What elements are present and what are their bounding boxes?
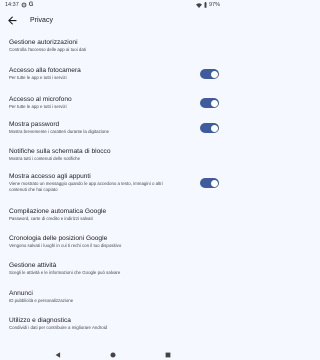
item-subtitle: Per tutte le app e tutti i servizi [9, 104, 67, 110]
item-subtitle-line-2: contenuti che hai copiato [9, 187, 58, 192]
nav-home-icon [109, 351, 116, 358]
item-subtitle: Scegli le attività e le informazioni che… [9, 270, 121, 276]
item-title: Gestione attività [9, 262, 57, 270]
nav-recents-button[interactable] [163, 350, 173, 360]
status-bar: 14:37 G 97% [0, 0, 225, 10]
page-title: Privacy [30, 16, 53, 24]
navigation-bar [0, 349, 225, 360]
battery-percent: 97% [208, 2, 220, 8]
item-subtitle: Mostra tutti i contenuti delle notifiche [9, 156, 81, 162]
item-title: Mostra accesso agli appunti [9, 173, 91, 181]
item-text: Utilizzo e diagnostica Condividi i dati … [9, 317, 197, 331]
status-time: 14:37 [5, 2, 19, 8]
show-password-toggle[interactable] [200, 123, 219, 133]
list-item-accesso-fotocamera[interactable]: Accesso alla fotocamera Per tutte le app… [0, 64, 225, 84]
item-subtitle: Mostra brevemente i caratteri durante la… [9, 129, 110, 135]
list-item-annunci[interactable]: Annunci ID pubblicità e personalizzazion… [0, 287, 225, 307]
back-button[interactable] [4, 12, 20, 28]
item-subtitle: Password, carte di credito e indirizzi s… [9, 216, 93, 222]
list-item-cronologia-posizioni[interactable]: Cronologia delle posizioni Google Vengon… [0, 232, 225, 252]
privacy-settings-screen: 14:37 G 97% Privacy Gestione autorizzazi… [0, 0, 225, 360]
item-title: Annunci [9, 290, 33, 298]
wifi-icon [195, 2, 202, 8]
item-text: Gestione autorizzazioni Controlla l'acce… [9, 39, 197, 53]
nav-home-button[interactable] [108, 350, 118, 360]
item-title: Utilizzo e diagnostica [9, 317, 71, 325]
item-title: Accesso alla fotocamera [9, 67, 81, 75]
item-subtitle: Controlla l'accesso delle app ai tuoi da… [9, 47, 86, 53]
item-subtitle: ID pubblicità e personalizzazione [9, 298, 74, 304]
item-title: Notifiche sulla schermata di blocco [9, 148, 111, 156]
clipboard-access-toggle[interactable] [200, 178, 219, 188]
settings-gear-icon [21, 2, 27, 8]
item-subtitle: Condividi i dati per contribuire a migli… [9, 325, 108, 331]
status-left: 14:37 G [5, 2, 33, 8]
list-item-gestione-autorizzazioni[interactable]: Gestione autorizzazioni Controlla l'acce… [0, 36, 225, 56]
list-item-accesso-appunti[interactable]: Mostra accesso agli appunti Viene mostra… [0, 170, 225, 196]
item-text: Accesso al microfono Per tutte le app e … [9, 96, 197, 110]
item-title: Accesso al microfono [9, 96, 72, 104]
microphone-access-toggle[interactable] [200, 98, 219, 108]
item-subtitle: Per tutte le app e tutti i servizi [9, 75, 67, 81]
camera-access-toggle[interactable] [200, 69, 219, 79]
item-title: Compilazione automatica Google [9, 208, 107, 216]
item-text: Cronologia delle posizioni Google Vengon… [9, 235, 219, 249]
status-right: 97% [195, 2, 220, 8]
battery-icon [204, 2, 207, 8]
app-bar: Privacy [0, 12, 225, 28]
arrow-back-icon [7, 15, 16, 25]
nav-recents-icon [165, 352, 170, 357]
list-item-mostra-password[interactable]: Mostra password Mostra brevemente i cara… [0, 118, 225, 138]
item-text: Mostra password Mostra brevemente i cara… [9, 121, 197, 135]
item-subtitle: Vengono salvati i luoghi in cui ti rechi… [9, 243, 122, 249]
item-text: Notifiche sulla schermata di blocco Most… [9, 148, 197, 162]
list-item-compilazione-automatica[interactable]: Compilazione automatica Google Password,… [0, 205, 225, 225]
item-text: Mostra accesso agli appunti Viene mostra… [9, 173, 195, 192]
item-title: Cronologia delle posizioni Google [9, 235, 108, 243]
item-title: Mostra password [9, 121, 60, 129]
list-item-notifiche-schermata-blocco[interactable]: Notifiche sulla schermata di blocco Most… [0, 145, 225, 165]
nav-back-button[interactable] [53, 350, 63, 360]
item-text: Annunci ID pubblicità e personalizzazion… [9, 290, 197, 304]
item-text: Compilazione automatica Google Password,… [9, 208, 197, 222]
item-title: Gestione autorizzazioni [9, 39, 78, 47]
nav-back-icon [55, 351, 60, 358]
item-text: Gestione attività Scegli le attività e l… [9, 262, 219, 276]
item-text: Accesso alla fotocamera Per tutte le app… [9, 67, 197, 81]
google-g-icon: G [28, 2, 34, 8]
list-item-accesso-microfono[interactable]: Accesso al microfono Per tutte le app e … [0, 93, 225, 113]
list-item-gestione-attivita[interactable]: Gestione attività Scegli le attività e l… [0, 259, 225, 279]
list-item-utilizzo-diagnostica[interactable]: Utilizzo e diagnostica Condividi i dati … [0, 314, 225, 334]
